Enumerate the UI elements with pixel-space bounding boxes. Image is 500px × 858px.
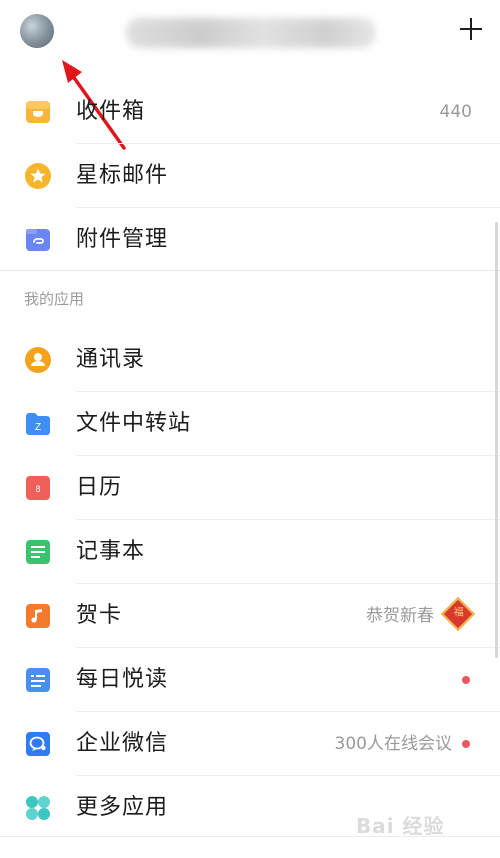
folder-inbox[interactable]: 收件箱 440 (0, 80, 500, 144)
apps-section-title: 我的应用 (24, 290, 85, 308)
plus-icon[interactable] (456, 14, 486, 44)
more-apps-icon (26, 796, 50, 820)
app-wecom[interactable]: 企业微信 300人在线会议 (0, 712, 500, 776)
wecom-icon (26, 732, 50, 756)
folder-label: 附件管理 (76, 227, 169, 252)
top-bar (0, 0, 500, 64)
app-label: 贺卡 (76, 603, 123, 628)
user-avatar[interactable] (20, 14, 54, 48)
app-notepad[interactable]: 记事本 (0, 520, 500, 584)
app-label: 记事本 (76, 539, 146, 564)
app-label: 更多应用 (76, 795, 169, 820)
folder-label: 星标邮件 (76, 163, 169, 188)
scrollbar[interactable] (495, 222, 498, 658)
app-contacts[interactable]: 通讯录 (0, 328, 500, 392)
daily-reading-icon (26, 668, 50, 692)
attachment-icon (26, 229, 50, 251)
greeting-card-promo: 恭贺新春 (366, 606, 434, 626)
calendar-icon: 8 (26, 476, 50, 500)
app-file-transfer[interactable]: Z 文件中转站 (0, 392, 500, 456)
app-calendar[interactable]: 8 日历 (0, 456, 500, 520)
greeting-card-icon (26, 604, 50, 628)
notepad-icon (26, 540, 50, 564)
app-label: 通讯录 (76, 347, 146, 372)
app-label: 每日悦读 (76, 667, 169, 692)
app-label: 日历 (76, 475, 123, 500)
watermark: Bai 经验 (356, 814, 445, 838)
folder-attachments[interactable]: 附件管理 (0, 208, 500, 272)
folder-label: 收件箱 (76, 99, 146, 124)
folder-starred[interactable]: 星标邮件 (0, 144, 500, 208)
contacts-icon (25, 347, 51, 373)
star-icon (25, 163, 51, 189)
inbox-icon (26, 101, 50, 123)
app-label: 文件中转站 (76, 411, 192, 436)
svg-text:Z: Z (35, 422, 41, 433)
unread-count: 440 (439, 102, 472, 122)
section-divider (0, 270, 500, 271)
app-greeting-card[interactable]: 贺卡 恭贺新春 福 (0, 584, 500, 648)
file-transfer-icon: Z (26, 413, 50, 435)
app-label: 企业微信 (76, 731, 169, 756)
svg-text:8: 8 (35, 484, 40, 494)
notification-dot (462, 740, 470, 748)
app-daily-reading[interactable]: 每日悦读 (0, 648, 500, 712)
notification-dot (462, 676, 470, 684)
account-email-blurred (126, 18, 376, 48)
fortune-badge-icon: 福 (441, 597, 475, 631)
wecom-meeting-text: 300人在线会议 (334, 734, 452, 754)
